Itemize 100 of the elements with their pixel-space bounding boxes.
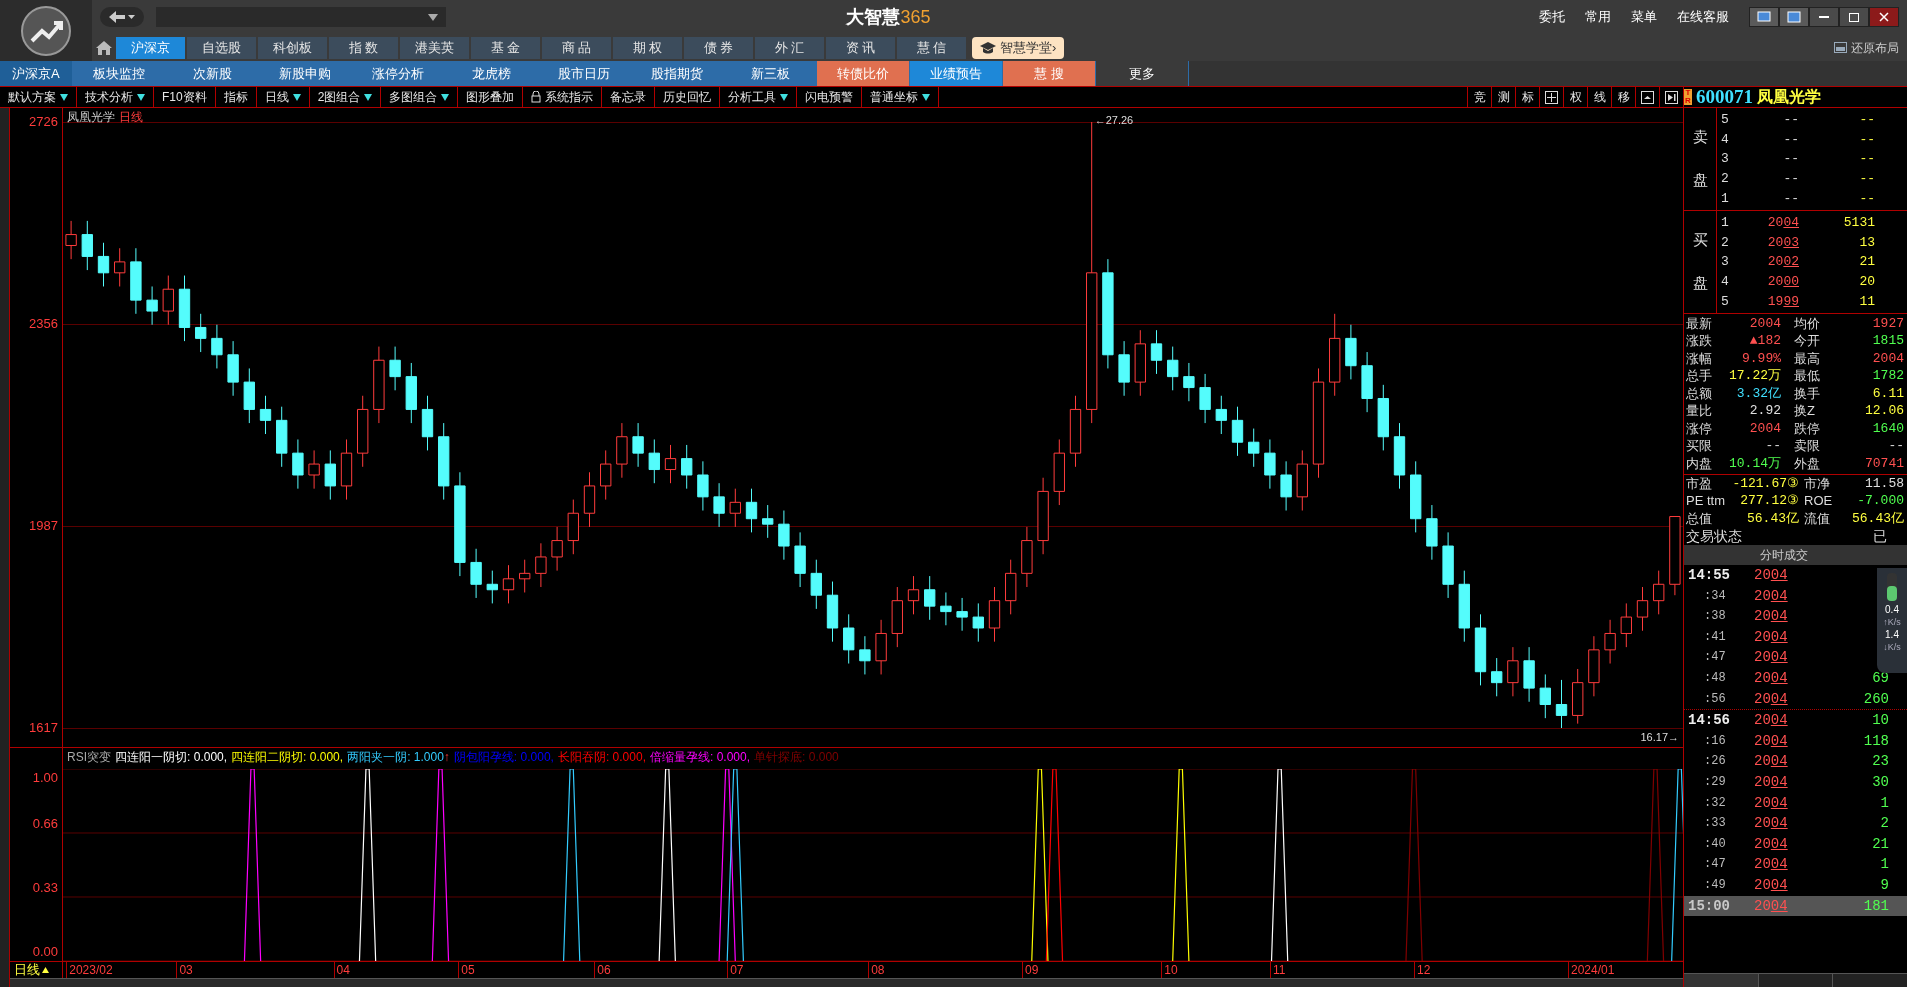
tick-time: :33 [1703, 815, 1727, 833]
candle [421, 395, 434, 451]
candle [648, 439, 660, 484]
close-button[interactable] [1869, 7, 1899, 27]
nav-tab[interactable]: 自选股 [187, 36, 256, 59]
order-volume: -- [1858, 130, 1875, 148]
subnav-tab[interactable]: 更多 [1096, 61, 1188, 86]
restore-layout-button[interactable]: 还原布局 [1834, 38, 1907, 57]
candle [745, 488, 758, 533]
quote-label: 外盘 [1794, 455, 1821, 472]
toolbar-button[interactable]: 普通坐标 [862, 87, 940, 107]
tick-volume: 9 [1879, 875, 1889, 895]
candle [243, 367, 255, 424]
toolbar-button[interactable]: 历史回忆 [655, 87, 721, 107]
menu-item[interactable]: 菜单 [1623, 7, 1665, 27]
triangle-up-icon [42, 967, 49, 973]
order-side-label: 买 [1692, 230, 1708, 251]
candle [616, 422, 628, 479]
ticks-header: 分时成交 [1684, 545, 1907, 565]
menu-item[interactable]: 在线客服 [1669, 7, 1737, 27]
back-button[interactable] [100, 7, 144, 27]
panel-icon [1641, 90, 1654, 104]
nav-tab[interactable]: 指 数 [329, 36, 398, 59]
toolbar-button[interactable]: 闪电预警 [797, 87, 863, 107]
candle [1572, 668, 1584, 725]
quote-value: 2004 [1748, 315, 1781, 332]
chart-tool-button[interactable]: 标 [1515, 87, 1539, 107]
candle [324, 449, 336, 501]
subnav-tab[interactable]: 沪深京A [0, 61, 72, 86]
toolbar-button[interactable]: 系统指示 [523, 87, 603, 107]
play-icon [1665, 90, 1678, 104]
toolbar-button[interactable]: F10资料 [154, 87, 216, 107]
nav-tab[interactable]: 沪深京 [116, 36, 185, 59]
candle [729, 488, 741, 528]
price: 2004 [1754, 773, 1788, 790]
chart-tool-button[interactable]: 权 [1563, 87, 1587, 107]
quote-value: 6.11 [1871, 385, 1904, 402]
maximize-button[interactable] [1839, 7, 1869, 27]
candle [535, 542, 547, 588]
quote-label: 最低 [1794, 368, 1821, 385]
candle [664, 444, 677, 484]
toolbar-button[interactable]: 多图组合 [381, 87, 459, 107]
order-level: 1 [1720, 189, 1730, 207]
theme-button[interactable] [1749, 7, 1779, 27]
home-icon[interactable] [96, 40, 112, 55]
stock-name: 凤凰光学 [1757, 87, 1821, 107]
price: 2004 [1754, 856, 1788, 873]
subnav-tab[interactable]: 业绩预告 [910, 61, 1002, 86]
toolbar-button[interactable]: 2图组合 [309, 87, 382, 107]
indicator-legend-item: 阴包阳孕线: 0.000, [453, 749, 554, 766]
quote-value: 17.22万 [1728, 368, 1781, 385]
address-field[interactable] [156, 7, 446, 27]
chart-tool-button[interactable]: 移 [1611, 87, 1635, 107]
nav-tab[interactable]: 外 汇 [755, 36, 824, 59]
quote-value: 3.32亿 [1735, 385, 1781, 402]
menu-item[interactable]: 常用 [1577, 7, 1619, 27]
candle [340, 439, 353, 501]
indicator-legend-item: 两阳夹一阴: 1.000↑ [347, 749, 450, 766]
app-logo[interactable] [0, 0, 92, 61]
nav-tab[interactable]: 港美英 [400, 36, 469, 59]
candle [1053, 439, 1065, 506]
tr-badge: TR [1684, 89, 1692, 105]
quote-value: 2004 [1748, 420, 1781, 437]
candle [1134, 329, 1146, 397]
order-level: 3 [1720, 253, 1730, 271]
tick-volume: 2 [1879, 814, 1889, 834]
tick-time: :47 [1703, 649, 1727, 667]
candle [276, 406, 288, 468]
nav-tab[interactable]: 债 券 [684, 36, 753, 59]
toolbar-button[interactable]: 分析工具 [720, 87, 798, 107]
nav-tab[interactable]: 期 权 [613, 36, 682, 59]
chart-tool-button[interactable]: 测 [1491, 87, 1515, 107]
academy-button[interactable]: 智慧学堂› [972, 36, 1065, 59]
quote-label: 最新 [1686, 315, 1713, 332]
toolbar-button[interactable]: 技术分析 [77, 87, 154, 107]
nav-tab[interactable]: 基 金 [471, 36, 540, 59]
nav-tab[interactable]: 商 品 [542, 36, 611, 59]
price: 2004 [1754, 567, 1788, 583]
valuation-label: 市盈 [1686, 474, 1712, 492]
toolbar-button[interactable]: 备忘录 [602, 87, 656, 107]
candle [1491, 657, 1503, 697]
font-button[interactable] [1779, 7, 1809, 27]
candle [891, 586, 903, 648]
nav-tab[interactable]: 慧 信 [897, 36, 966, 59]
minimize-button[interactable] [1809, 7, 1839, 27]
toolbar-button[interactable]: 图形叠加 [458, 87, 524, 107]
candle [551, 526, 563, 572]
quote-label: 涨停 [1686, 420, 1713, 437]
menu-item[interactable]: 委托 [1531, 7, 1573, 27]
chart-tool-button[interactable]: 线 [1587, 87, 1611, 107]
candle [1150, 329, 1163, 375]
toolbar-button[interactable]: 指标 [215, 87, 257, 107]
toolbar-button[interactable]: 日线 [256, 87, 310, 107]
nav-tab[interactable]: 科创板 [258, 36, 327, 59]
nav-tab[interactable]: 资 讯 [826, 36, 895, 59]
price: -- [1783, 151, 1799, 167]
tick-volume: 118 [1862, 731, 1889, 751]
chart-tool-button[interactable]: 竞 [1467, 87, 1491, 107]
toolbar-button[interactable]: 默认方案 [0, 87, 77, 107]
candle [826, 581, 839, 643]
